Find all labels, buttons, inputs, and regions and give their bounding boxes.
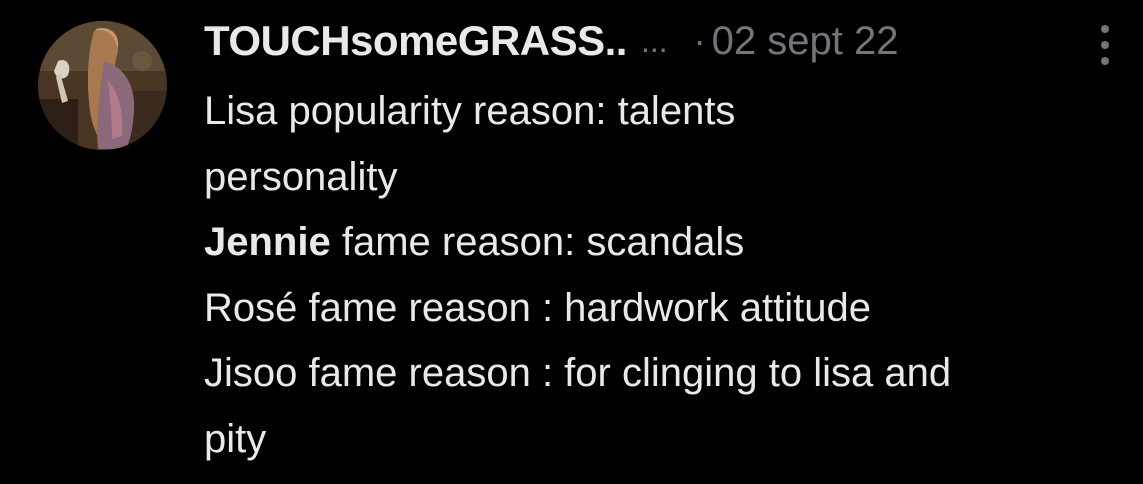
tweet-line: pity: [204, 416, 267, 461]
tweet-line: Lisa popularity reason: talents: [204, 89, 736, 133]
tweet-text: Lisa popularity reason: talents personal…: [204, 79, 1129, 472]
handle-ellipsis: ...: [640, 22, 668, 59]
more-dot: [1101, 41, 1109, 49]
more-dot: [1101, 57, 1109, 65]
line-rest: fame reason: scandals: [330, 220, 745, 264]
more-vertical-icon[interactable]: [1095, 25, 1115, 67]
avatar[interactable]: [38, 21, 167, 150]
tweet-header: TOUCHsomeGRASS.. ... · 02 sept 22: [204, 10, 898, 72]
display-name[interactable]: TOUCHsomeGRASS..: [204, 17, 627, 65]
tweet-line: Jisoo fame reason : for clinging to lisa…: [204, 351, 952, 395]
tweet-line: personality: [204, 154, 398, 199]
tweet: TOUCHsomeGRASS.. ... · 02 sept 22 Lisa p…: [0, 0, 1143, 484]
tweet-line: Jennie fame reason: scandals: [204, 210, 1129, 276]
separator-dot: ·: [693, 20, 706, 61]
tweet-line: Rosé fame reason : hardwork attitude: [204, 285, 872, 330]
tweet-date[interactable]: 02 sept 22: [712, 19, 899, 64]
more-dot: [1101, 25, 1109, 33]
bold-name: Jennie: [204, 220, 331, 264]
